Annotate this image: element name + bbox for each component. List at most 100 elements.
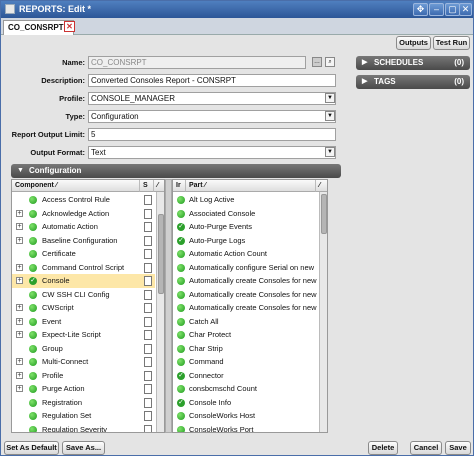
part-row[interactable]: Catch All: [173, 315, 318, 329]
component-row[interactable]: CW SSH CLI Config: [12, 288, 155, 302]
title-bar[interactable]: REPORTS: Edit * ✥ – ▢ ✕: [1, 1, 473, 18]
component-row[interactable]: + Command Control Script: [12, 261, 155, 275]
part-row[interactable]: Automatically create Consoles for new: [173, 274, 318, 288]
part-row[interactable]: Automatically create Consoles for new: [173, 288, 318, 302]
part-row[interactable]: Char Strip: [173, 342, 318, 356]
component-row[interactable]: + ✓ Console: [12, 274, 155, 288]
component-row[interactable]: Access Control Rule: [12, 193, 155, 207]
part-row[interactable]: consbcmschd Count: [173, 382, 318, 396]
output-format-select[interactable]: Text: [88, 146, 336, 159]
set-as-default-button[interactable]: Set As Default: [4, 441, 59, 455]
document-icon[interactable]: [144, 424, 152, 432]
component-row[interactable]: + Multi-Connect: [12, 355, 155, 369]
part-scrollbar[interactable]: [319, 192, 327, 432]
document-icon[interactable]: [144, 249, 152, 259]
tab-close-icon[interactable]: ✕: [64, 21, 75, 32]
column-menu-icon[interactable]: ⁄: [154, 180, 164, 192]
component-row[interactable]: Certificate: [12, 247, 155, 261]
expand-icon[interactable]: +: [16, 236, 23, 244]
cancel-button[interactable]: Cancel: [410, 441, 442, 455]
document-icon[interactable]: [144, 316, 152, 327]
save-as-button[interactable]: Save As...: [62, 441, 105, 455]
component-row[interactable]: + Baseline Configuration: [12, 234, 155, 248]
document-icon[interactable]: [144, 370, 152, 381]
scrollbar-thumb[interactable]: [321, 194, 327, 234]
part-row[interactable]: Automatically configure Serial on new: [173, 261, 318, 275]
more-options-icon[interactable]: …: [312, 57, 322, 67]
document-icon[interactable]: [144, 289, 152, 300]
document-icon[interactable]: [144, 195, 152, 205]
component-row[interactable]: Regulation Set: [12, 409, 155, 423]
description-field[interactable]: Converted Consoles Report - CONSRPT: [88, 74, 336, 87]
part-row[interactable]: ✓ Auto-Purge Events: [173, 220, 318, 234]
document-icon[interactable]: [144, 397, 152, 408]
expand-icon[interactable]: +: [16, 223, 23, 230]
save-button[interactable]: Save: [445, 441, 471, 455]
schedules-panel-header[interactable]: ▶ SCHEDULES (0): [356, 56, 470, 70]
column-menu-icon[interactable]: ⁄: [316, 180, 327, 192]
document-icon[interactable]: [144, 303, 152, 313]
part-row[interactable]: Associated Console: [173, 207, 318, 221]
component-row[interactable]: + Profile: [12, 369, 155, 383]
expand-icon[interactable]: +: [16, 331, 23, 338]
document-icon[interactable]: [144, 262, 152, 273]
lookup-icon[interactable]: ⌕: [325, 57, 335, 67]
document-icon[interactable]: [144, 276, 152, 286]
component-row[interactable]: + Event: [12, 315, 155, 329]
component-row[interactable]: + CWScript: [12, 301, 155, 315]
splitter-handle[interactable]: [165, 179, 172, 433]
part-row[interactable]: ✓ Auto-Purge Logs: [173, 234, 318, 248]
component-column-header[interactable]: Component ⁄: [12, 180, 140, 192]
component-row[interactable]: Registration: [12, 396, 155, 410]
configuration-section-header[interactable]: ▼ Configuration: [11, 164, 341, 178]
part-row[interactable]: ✓ Connector: [173, 369, 318, 383]
type-chevron-down-icon[interactable]: ▼: [325, 111, 335, 121]
part-row[interactable]: Alt Log Active: [173, 193, 318, 207]
part-column-header[interactable]: Part ⁄: [186, 180, 316, 192]
minimize-button[interactable]: –: [429, 3, 444, 16]
document-icon[interactable]: [144, 411, 152, 421]
part-row[interactable]: ✓ Console Info: [173, 396, 318, 410]
document-icon[interactable]: [144, 384, 152, 394]
delete-button[interactable]: Delete: [368, 441, 398, 455]
expand-icon[interactable]: +: [16, 371, 23, 379]
ir-column-header[interactable]: Ir: [173, 180, 186, 192]
document-icon[interactable]: [144, 343, 152, 354]
document-icon[interactable]: [144, 235, 152, 246]
tags-panel-header[interactable]: ▶ TAGS (0): [356, 75, 470, 89]
test-run-button[interactable]: Test Run: [433, 36, 470, 50]
part-row[interactable]: ConsoleWorks Port: [173, 423, 318, 432]
expand-icon[interactable]: +: [16, 209, 23, 217]
expand-icon[interactable]: +: [16, 385, 23, 392]
part-row[interactable]: Command: [173, 355, 318, 369]
expand-icon[interactable]: +: [16, 317, 23, 325]
close-window-button[interactable]: ✕: [459, 3, 472, 16]
move-icon[interactable]: ✥: [413, 3, 428, 16]
expand-icon[interactable]: +: [16, 304, 23, 311]
expand-icon[interactable]: +: [16, 277, 23, 284]
profile-chevron-down-icon[interactable]: ▼: [325, 93, 335, 103]
part-row[interactable]: Automatic Action Count: [173, 247, 318, 261]
document-icon[interactable]: [144, 357, 152, 367]
component-row[interactable]: + Acknowledge Action: [12, 207, 155, 221]
report-output-limit-field[interactable]: 5: [88, 128, 336, 141]
type-select[interactable]: Configuration: [88, 110, 336, 123]
format-chevron-down-icon[interactable]: ▼: [325, 147, 335, 157]
component-scrollbar[interactable]: [156, 192, 164, 432]
part-row[interactable]: Automatically create Consoles for new: [173, 301, 318, 315]
component-row[interactable]: + Purge Action: [12, 382, 155, 396]
component-row[interactable]: + Expect-Lite Script: [12, 328, 155, 342]
expand-icon[interactable]: +: [16, 263, 23, 271]
scrollbar-thumb[interactable]: [158, 214, 164, 294]
profile-select[interactable]: CONSOLE_MANAGER: [88, 92, 336, 105]
component-row[interactable]: + Automatic Action: [12, 220, 155, 234]
document-icon[interactable]: [144, 222, 152, 232]
component-row[interactable]: Group: [12, 342, 155, 356]
s-column-header[interactable]: S: [140, 180, 154, 192]
part-row[interactable]: ConsoleWorks Host: [173, 409, 318, 423]
component-row[interactable]: Regulation Severity: [12, 423, 155, 432]
expand-icon[interactable]: +: [16, 358, 23, 365]
outputs-button[interactable]: Outputs: [396, 36, 431, 50]
maximize-button[interactable]: ▢: [445, 3, 460, 16]
document-icon[interactable]: [144, 330, 152, 340]
